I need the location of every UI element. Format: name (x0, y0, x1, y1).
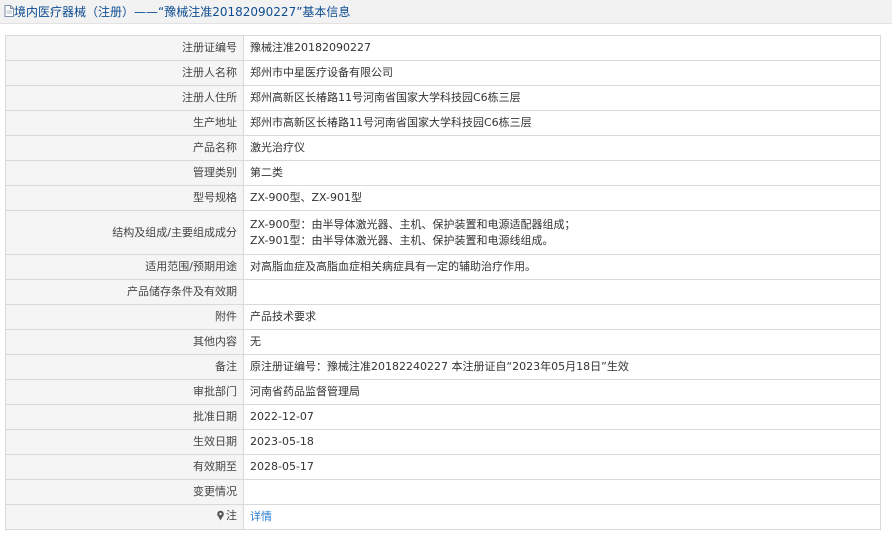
row-label: 变更情况 (5, 479, 244, 505)
row-label: 产品储存条件及有效期 (5, 279, 244, 305)
row-value (243, 279, 881, 305)
row-value: 郑州市中星医疗设备有限公司 (243, 60, 881, 86)
row-value-line: ZX-900型：由半导体激光器、主机、保护装置和电源适配器组成； (250, 217, 576, 231)
row-label: 注册人名称 (5, 60, 244, 86)
page-header: 境内医疗器械（注册）——“豫械注准20182090227”基本信息 (0, 0, 892, 24)
row-label: 批准日期 (5, 404, 244, 430)
row-label: 产品名称 (5, 135, 244, 161)
row-label: 附件 (5, 304, 244, 330)
table-row: 变更情况 (5, 479, 881, 505)
row-value: 郑州高新区长椿路11号河南省国家大学科技园C6栋三层 (243, 85, 881, 111)
row-value: 原注册证编号：豫械注准20182240227 本注册证自“2023年05月18日… (243, 354, 881, 380)
row-label: 其他内容 (5, 329, 244, 355)
row-label: 型号规格 (5, 185, 244, 211)
page-title-text: 境内医疗器械（注册）——“豫械注准20182090227”基本信息 (14, 5, 351, 19)
pin-icon (216, 510, 225, 525)
row-value: 2022-12-07 (243, 404, 881, 430)
row-value-line: ZX-901型：由半导体激光器、主机、保护装置和电源线组成。 (250, 233, 554, 247)
row-label: 管理类别 (5, 160, 244, 186)
table-row: 其他内容 无 (5, 329, 881, 355)
row-value: 产品技术要求 (243, 304, 881, 330)
row-value (243, 479, 881, 505)
row-value: 第二类 (243, 160, 881, 186)
row-value: 河南省药品监督管理局 (243, 379, 881, 405)
document-icon (4, 5, 14, 21)
row-label: 生效日期 (5, 429, 244, 455)
table-row: 注册人名称 郑州市中星医疗设备有限公司 (5, 60, 881, 86)
row-label: 生产地址 (5, 110, 244, 136)
row-value: ZX-900型：由半导体激光器、主机、保护装置和电源适配器组成； ZX-901型… (243, 210, 881, 255)
table-row: 结构及组成/主要组成成分 ZX-900型：由半导体激光器、主机、保护装置和电源适… (5, 210, 881, 255)
table-row: 型号规格 ZX-900型、ZX-901型 (5, 185, 881, 211)
page-title: 境内医疗器械（注册）——“豫械注准20182090227”基本信息 (4, 4, 350, 21)
row-label: 注册人住所 (5, 85, 244, 111)
table-row: 生效日期 2023-05-18 (5, 429, 881, 455)
row-label: 有效期至 (5, 454, 244, 480)
table-row: 批准日期 2022-12-07 (5, 404, 881, 430)
row-value: 无 (243, 329, 881, 355)
row-value: 2028-05-17 (243, 454, 881, 480)
table-row: 注 详情 (5, 504, 881, 530)
table-row: 备注 原注册证编号：豫械注准20182240227 本注册证自“2023年05月… (5, 354, 881, 380)
row-value: 豫械注准20182090227 (243, 35, 881, 61)
row-label: 注册证编号 (5, 35, 244, 61)
table-row: 注册证编号 豫械注准20182090227 (5, 35, 881, 61)
table-row: 管理类别 第二类 (5, 160, 881, 186)
row-value: ZX-900型、ZX-901型 (243, 185, 881, 211)
table-row: 产品名称 激光治疗仪 (5, 135, 881, 161)
row-label: 备注 (5, 354, 244, 380)
row-label: 适用范围/预期用途 (5, 254, 244, 280)
table-row: 附件 产品技术要求 (5, 304, 881, 330)
info-table: 注册证编号 豫械注准20182090227 注册人名称 郑州市中星医疗设备有限公… (5, 35, 881, 530)
row-label-note: 注 (5, 504, 244, 530)
table-row: 审批部门 河南省药品监督管理局 (5, 379, 881, 405)
row-value: 2023-05-18 (243, 429, 881, 455)
row-label: 审批部门 (5, 379, 244, 405)
row-value: 对高脂血症及高脂血症相关病症具有一定的辅助治疗作用。 (243, 254, 881, 280)
table-row: 适用范围/预期用途 对高脂血症及高脂血症相关病症具有一定的辅助治疗作用。 (5, 254, 881, 280)
note-label-text: 注 (226, 509, 237, 522)
row-value: 详情 (243, 504, 881, 530)
row-label: 结构及组成/主要组成成分 (5, 210, 244, 255)
row-value: 郑州市高新区长椿路11号河南省国家大学科技园C6栋三层 (243, 110, 881, 136)
table-row: 生产地址 郑州市高新区长椿路11号河南省国家大学科技园C6栋三层 (5, 110, 881, 136)
details-link[interactable]: 详情 (250, 510, 272, 523)
table-row: 注册人住所 郑州高新区长椿路11号河南省国家大学科技园C6栋三层 (5, 85, 881, 111)
table-row: 产品储存条件及有效期 (5, 279, 881, 305)
table-row: 有效期至 2028-05-17 (5, 454, 881, 480)
row-value: 激光治疗仪 (243, 135, 881, 161)
